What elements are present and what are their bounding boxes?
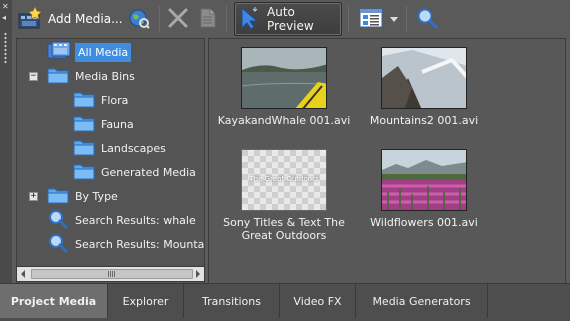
tree-item-media-bins[interactable]: Media Bins xyxy=(47,65,135,87)
auto-preview-icon xyxy=(239,6,261,33)
title-thumbnail: The Great Outdoors xyxy=(241,149,327,211)
tree-item-label: Fauna xyxy=(101,117,134,131)
tree-item-label: By Type xyxy=(75,189,118,203)
media-properties-button[interactable] xyxy=(196,3,220,35)
dock-pin-icon[interactable]: ◂ xyxy=(2,14,6,22)
search-icon xyxy=(47,209,69,232)
folder-icon xyxy=(47,66,69,87)
title-overlay-text: The Great Outdoors xyxy=(249,175,319,183)
collapse-toggle[interactable]: − xyxy=(29,72,38,81)
auto-preview-label: Auto Preview xyxy=(267,5,314,33)
tree-item-flora[interactable]: Flora xyxy=(73,89,128,111)
media-item-kayak[interactable]: KayakandWhale 001.avi xyxy=(217,47,351,127)
close-icon[interactable]: ✕ xyxy=(2,3,9,11)
search-icon xyxy=(47,233,69,256)
window-dock-strip: ✕ ◂ xyxy=(0,0,12,283)
views-dropdown-button[interactable] xyxy=(388,3,400,35)
tab-project-media[interactable]: Project Media xyxy=(0,284,108,318)
add-media-icon xyxy=(16,5,44,34)
tree-item-label: Search Results: Mountains xyxy=(75,237,205,251)
tree-horizontal-scrollbar[interactable] xyxy=(16,266,205,282)
tree-item-generated-media[interactable]: Generated Media xyxy=(73,161,196,183)
tree-item-landscapes[interactable]: Landscapes xyxy=(73,137,166,159)
tree-item-label: Media Bins xyxy=(75,69,135,83)
tree-item-label: Flora xyxy=(101,93,129,107)
search-icon xyxy=(416,7,438,32)
kayak-thumbnail xyxy=(241,47,327,109)
media-icon xyxy=(47,41,71,64)
scroll-right-icon[interactable] xyxy=(196,270,200,278)
tree-item-label: All Media xyxy=(75,42,132,62)
media-item-title[interactable]: The Great Outdoors Sony Titles & Text Th… xyxy=(217,149,351,242)
media-item-caption: Mountains2 001.avi xyxy=(369,114,479,127)
delete-icon xyxy=(167,7,189,32)
tab-video-fx[interactable]: Video FX xyxy=(280,284,356,318)
folder-icon xyxy=(73,114,95,135)
scrollbar-thumb[interactable] xyxy=(31,269,193,279)
media-item-caption: Sony Titles & Text The Great Outdoors xyxy=(223,216,345,242)
search-media-button[interactable] xyxy=(414,3,440,35)
add-media-label: Add Media... xyxy=(48,12,123,26)
tree-item-label: Generated Media xyxy=(101,165,196,179)
auto-preview-toggle[interactable]: Auto Preview xyxy=(234,2,342,36)
tree-item-search-whale[interactable]: Search Results: whale xyxy=(47,209,196,231)
toolbar-separator xyxy=(406,6,407,32)
media-item-mountains[interactable]: Mountains2 001.avi xyxy=(357,47,491,127)
tab-media-generators[interactable]: Media Generators xyxy=(356,284,488,318)
expand-toggle[interactable]: + xyxy=(29,192,38,201)
wildflowers-thumbnail xyxy=(381,149,467,211)
scroll-left-icon[interactable] xyxy=(21,270,25,278)
media-item-caption: Wildflowers 001.avi xyxy=(370,216,478,229)
tree-item-label: Search Results: whale xyxy=(75,213,196,227)
chevron-down-icon xyxy=(390,13,398,26)
views-button[interactable] xyxy=(356,3,386,35)
toolbar-separator xyxy=(226,6,227,32)
media-item-caption: KayakandWhale 001.avi xyxy=(217,114,351,127)
add-media-button[interactable]: Add Media... xyxy=(16,3,126,35)
tree-item-fauna[interactable]: Fauna xyxy=(73,113,134,135)
toolbar-separator xyxy=(348,6,349,32)
mountains-thumbnail xyxy=(381,47,467,109)
tab-bar: Project Media Explorer Transitions Video… xyxy=(0,283,570,321)
folder-icon xyxy=(73,162,95,183)
globe-icon xyxy=(128,7,150,32)
media-grid: KayakandWhale 001.avi Mountains2 001.avi… xyxy=(208,38,566,284)
media-tree: All Media − Media Bins Flora Fauna Lands… xyxy=(16,38,205,284)
get-media-from-web-button[interactable] xyxy=(126,3,152,35)
thumbnail-view-icon xyxy=(359,8,383,31)
folder-icon xyxy=(47,186,69,207)
media-item-wildflowers[interactable]: Wildflowers 001.avi xyxy=(357,149,491,229)
grip-icon xyxy=(108,271,115,277)
tree-item-all-media[interactable]: All Media xyxy=(47,41,132,64)
folder-icon xyxy=(73,138,95,159)
tab-transitions[interactable]: Transitions xyxy=(184,284,280,318)
tab-explorer[interactable]: Explorer xyxy=(108,284,184,318)
tree-item-by-type[interactable]: By Type xyxy=(47,185,118,207)
remove-media-button[interactable] xyxy=(164,3,192,35)
folder-icon xyxy=(73,90,95,111)
toolbar-separator xyxy=(159,6,160,32)
toolbar: Add Media... Auto Preview xyxy=(12,0,570,38)
properties-icon xyxy=(199,8,217,31)
drag-grip-icon[interactable] xyxy=(4,32,7,64)
tree-item-search-mountains[interactable]: Search Results: Mountains xyxy=(47,233,205,256)
tree-item-label: Landscapes xyxy=(101,141,166,155)
